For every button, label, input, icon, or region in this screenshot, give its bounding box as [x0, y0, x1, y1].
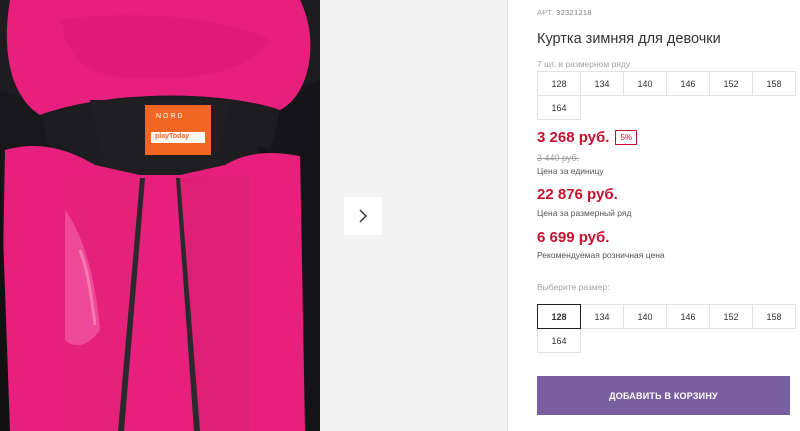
product-page: NORD playToday АРТ. 32321218 Куртка зимн…	[0, 0, 800, 431]
product-gallery: NORD playToday	[0, 0, 508, 431]
size-selector: 128 134 140 146 152 158 164	[537, 304, 796, 353]
unit-price-note: Цена за единицу	[537, 166, 604, 176]
old-price: 3 440 руб.	[537, 153, 580, 163]
size-range-item: 128	[537, 71, 581, 96]
size-range-item: 140	[623, 71, 667, 96]
brand-label-text: NORD	[156, 113, 185, 120]
retail-price: 6 699 руб.	[537, 229, 610, 246]
choose-size-label: Выберите размер:	[537, 282, 610, 292]
size-option[interactable]: 152	[709, 304, 753, 329]
discount-badge: 5%	[615, 130, 638, 145]
sku-number: 32321218	[556, 8, 592, 17]
brand-logo-text: playToday	[155, 133, 190, 140]
add-to-cart-button[interactable]: ДОБАВИТЬ В КОРЗИНУ	[537, 376, 790, 415]
size-range-item: 152	[709, 71, 753, 96]
size-option[interactable]: 146	[666, 304, 710, 329]
set-price-note: Цена за размерный ряд	[537, 208, 632, 218]
size-range-item: 134	[580, 71, 624, 96]
unit-price: 3 268 руб.	[537, 129, 610, 146]
retail-price-note: Рекомендуемая розничная цена	[537, 250, 665, 260]
size-option-selected[interactable]: 128	[537, 304, 581, 329]
set-price: 22 876 руб.	[537, 186, 618, 203]
product-photo[interactable]: NORD playToday	[0, 0, 320, 431]
next-image-button[interactable]	[344, 197, 382, 235]
chevron-right-icon	[359, 209, 367, 223]
size-option[interactable]: 140	[623, 304, 667, 329]
size-count: 7 шт. в размерном ряду	[537, 59, 631, 69]
size-range-item: 158	[752, 71, 796, 96]
sku: АРТ. 32321218	[537, 8, 592, 17]
size-option[interactable]: 134	[580, 304, 624, 329]
product-title: Куртка зимняя для девочки	[537, 31, 721, 47]
sku-label: АРТ.	[537, 8, 554, 17]
size-range-grid: 128 134 140 146 152 158 164	[537, 71, 796, 120]
price-row: 3 268 руб. 5%	[537, 129, 638, 146]
size-option[interactable]: 158	[752, 304, 796, 329]
product-info: АРТ. 32321218 Куртка зимняя для девочки …	[537, 0, 797, 431]
size-range-item: 146	[666, 71, 710, 96]
size-option[interactable]: 164	[537, 328, 581, 353]
jacket-image	[0, 0, 320, 431]
size-range-item: 164	[537, 95, 581, 120]
